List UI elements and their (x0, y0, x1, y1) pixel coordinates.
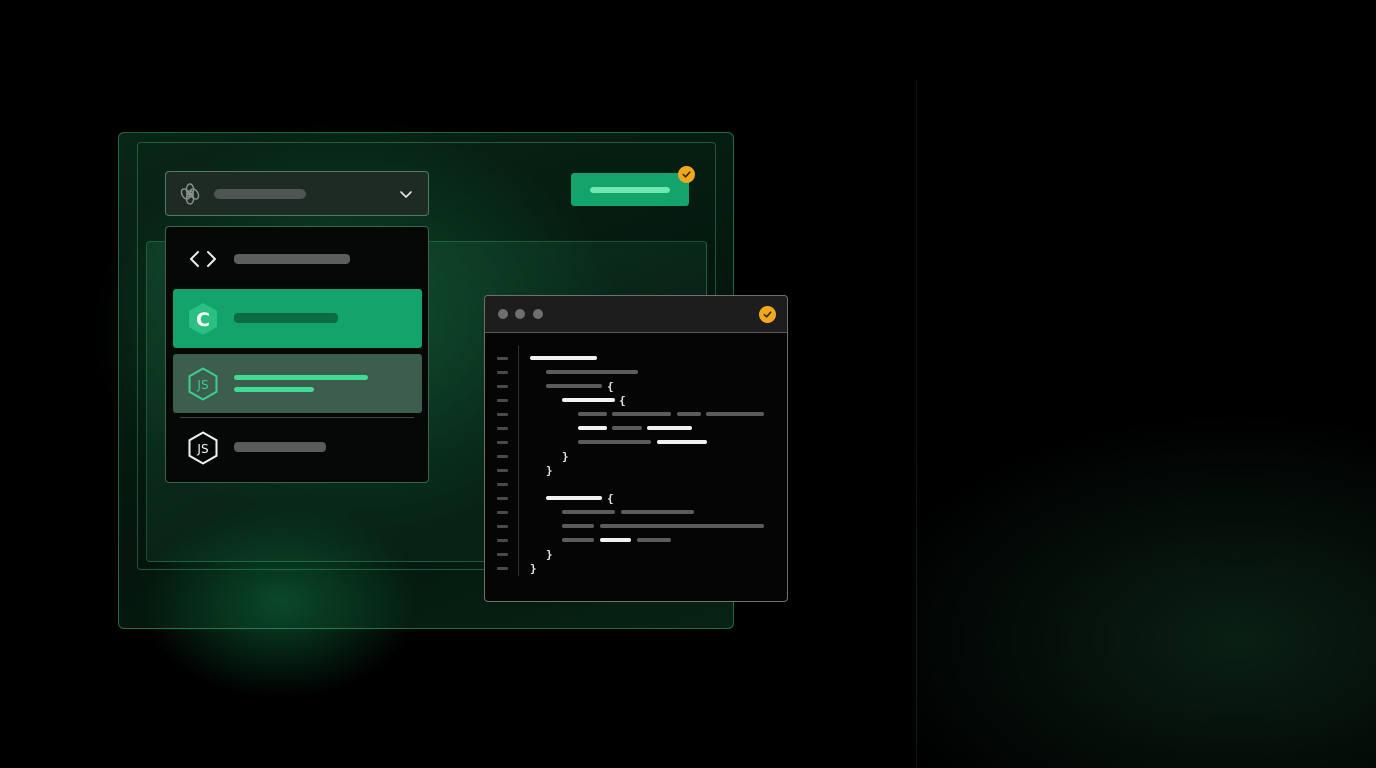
line-number (497, 497, 508, 500)
chevron-down-icon[interactable] (398, 186, 414, 202)
code-token (612, 412, 671, 416)
model-dropdown-menu: C JS JS (165, 226, 429, 483)
code-brace: } (546, 548, 553, 561)
code-token (546, 384, 602, 388)
code-token (546, 496, 602, 500)
svg-text:JS: JS (196, 442, 208, 456)
line-number (497, 511, 508, 514)
code-token (600, 524, 764, 528)
dropdown-item-nodejs[interactable]: JS (173, 418, 422, 477)
check-badge-icon (759, 306, 776, 323)
code-token (637, 538, 671, 542)
code-line (485, 520, 787, 534)
code-token (562, 524, 594, 528)
code-token (647, 426, 692, 430)
line-number (497, 371, 508, 374)
openai-logo-icon (180, 183, 200, 205)
code-token (562, 538, 594, 542)
code-line (485, 422, 787, 436)
line-number (497, 357, 508, 360)
code-token (677, 412, 701, 416)
code-line: } (485, 548, 787, 562)
code-token (621, 510, 694, 514)
code-brace: } (546, 464, 553, 477)
code-token (530, 356, 597, 360)
code-line: { (485, 380, 787, 394)
code-token (578, 412, 607, 416)
code-token (612, 426, 642, 430)
dropdown-item-nodejs-highlighted[interactable]: JS (173, 354, 422, 413)
dropdown-item-label (234, 442, 326, 452)
code-line: { (485, 492, 787, 506)
code-line (485, 506, 787, 520)
line-number (497, 483, 508, 486)
line-number (497, 385, 508, 388)
code-line (485, 436, 787, 450)
code-token (578, 426, 607, 430)
code-brackets-icon (190, 251, 216, 267)
line-number (497, 539, 508, 542)
model-select-value (214, 189, 306, 199)
editor-titlebar (485, 296, 787, 333)
svg-text:C: C (196, 309, 210, 331)
window-dot-icon[interactable] (533, 309, 543, 319)
line-number (497, 455, 508, 458)
code-line: } (485, 562, 787, 576)
model-select[interactable] (165, 171, 429, 216)
apply-button-label (590, 187, 670, 193)
code-line: } (485, 464, 787, 478)
code-line (485, 534, 787, 548)
apply-button[interactable] (571, 173, 689, 206)
code-line (485, 366, 787, 380)
dropdown-item-label (234, 375, 368, 380)
code-token (657, 440, 707, 444)
window-dot-icon[interactable] (515, 309, 525, 319)
code-token (562, 398, 615, 402)
svg-text:JS: JS (196, 378, 208, 392)
line-number (497, 553, 508, 556)
code-token (546, 370, 638, 374)
line-number (497, 427, 508, 430)
line-number (497, 413, 508, 416)
code-brace: { (619, 394, 626, 407)
nodejs-icon: JS (188, 367, 218, 401)
code-token (578, 440, 651, 444)
line-number (497, 441, 508, 444)
code-brace: } (530, 562, 537, 575)
code-editor-window: { { } } {}} (484, 295, 788, 602)
code-brace: { (607, 492, 614, 505)
code-line: } (485, 450, 787, 464)
line-number (497, 567, 508, 570)
code-line: { (485, 394, 787, 408)
code-token (706, 412, 764, 416)
check-badge-icon (678, 166, 695, 183)
line-number (497, 525, 508, 528)
window-dot-icon[interactable] (498, 309, 508, 319)
code-token (600, 538, 631, 542)
code-token (562, 510, 615, 514)
c-language-icon: C (189, 303, 217, 335)
dropdown-item-label (234, 313, 338, 323)
code-brace: } (562, 450, 569, 463)
code-line (485, 352, 787, 366)
code-line (485, 408, 787, 422)
line-number (497, 399, 508, 402)
dropdown-item-sublabel (234, 387, 314, 392)
nodejs-icon: JS (188, 431, 218, 465)
dropdown-item-label (234, 254, 350, 264)
code-brace: { (607, 380, 614, 393)
line-number (497, 469, 508, 472)
dropdown-item-c[interactable]: C (173, 289, 422, 348)
code-line (485, 478, 787, 492)
dropdown-item-code[interactable] (173, 229, 422, 288)
right-empty-panel (916, 80, 1376, 768)
